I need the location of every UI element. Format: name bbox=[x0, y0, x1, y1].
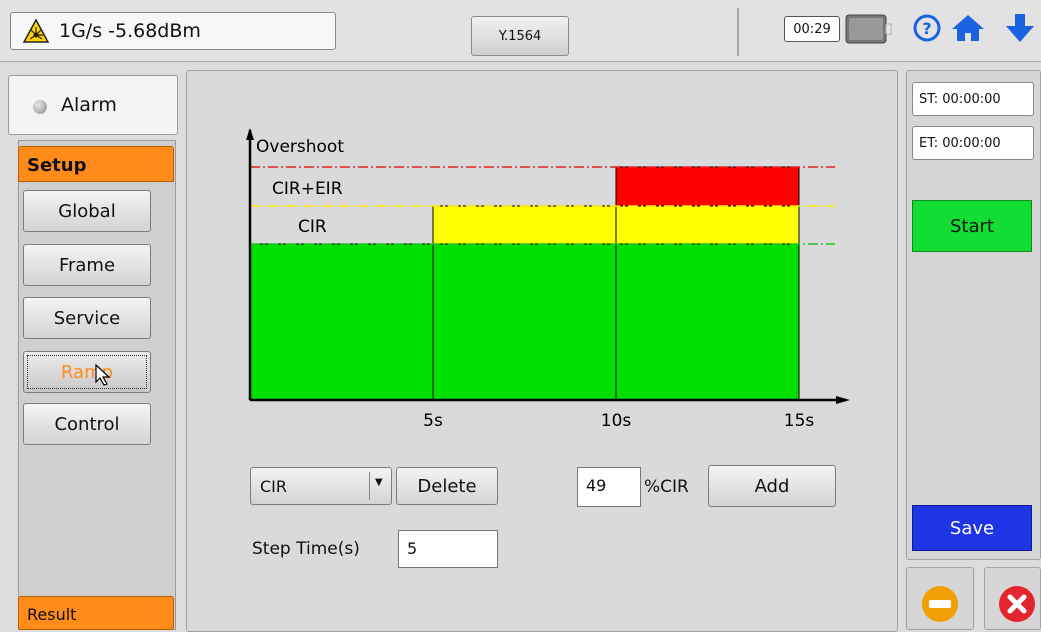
bar-cir-2 bbox=[615, 243, 800, 401]
end-time-display: ET: 00:00:00 bbox=[912, 126, 1034, 160]
home-icon[interactable] bbox=[950, 13, 986, 43]
toolbar-divider bbox=[737, 8, 739, 56]
step-time-input[interactable]: 5 bbox=[398, 530, 498, 568]
x-tick-label: 10s bbox=[601, 411, 632, 431]
sidebar-item-global[interactable]: Global bbox=[23, 190, 151, 232]
signal-level-text: 1G/s -5.68dBm bbox=[59, 20, 201, 42]
battery-icon bbox=[845, 14, 892, 44]
result-section-header[interactable]: Result bbox=[18, 596, 174, 630]
alarm-label: Alarm bbox=[61, 94, 117, 116]
percent-cir-unit: %CIR bbox=[644, 477, 689, 497]
minimize-button[interactable] bbox=[906, 567, 974, 630]
close-icon bbox=[999, 586, 1035, 622]
level-label-cir-eir: CIR+EIR bbox=[272, 179, 343, 199]
start-time-display: ST: 00:00:00 bbox=[912, 82, 1034, 116]
signal-status-box: 1G/s -5.68dBm bbox=[10, 12, 336, 50]
svg-text:?: ? bbox=[922, 19, 931, 38]
bar-cir-1 bbox=[432, 243, 617, 401]
sidebar-item-control[interactable]: Control bbox=[23, 403, 151, 445]
level-label-cir: CIR bbox=[298, 217, 327, 237]
bar-cir-0 bbox=[249, 243, 434, 401]
delete-button[interactable]: Delete bbox=[396, 467, 498, 505]
elapsed-timer: 00:29 bbox=[784, 16, 840, 42]
dropdown-arrow-icon[interactable]: ▼ bbox=[375, 477, 383, 488]
bar-cir-eir-1 bbox=[432, 205, 617, 245]
alarm-led-icon bbox=[33, 100, 47, 114]
step-time-label: Step Time(s) bbox=[252, 539, 360, 559]
add-button[interactable]: Add bbox=[708, 465, 836, 507]
alarm-panel[interactable]: Alarm bbox=[8, 75, 178, 135]
step-type-select[interactable]: CIR ▼ bbox=[250, 467, 392, 505]
select-divider bbox=[369, 472, 370, 500]
x-tick-label: 15s bbox=[784, 411, 815, 431]
start-button[interactable]: Start bbox=[912, 200, 1032, 252]
arrow-down-icon[interactable] bbox=[1004, 12, 1036, 44]
sidebar-item-frame[interactable]: Frame bbox=[23, 244, 151, 286]
help-icon[interactable]: ? bbox=[913, 14, 941, 42]
bar-cir-eir-2 bbox=[615, 205, 800, 245]
sidebar-item-ramp[interactable]: Ramp bbox=[23, 351, 151, 393]
save-button[interactable]: Save bbox=[912, 505, 1032, 551]
setup-section-header[interactable]: Setup bbox=[18, 146, 174, 182]
step-type-value: CIR bbox=[260, 477, 288, 496]
y-axis-arrow bbox=[246, 128, 254, 140]
mouse-cursor-icon bbox=[95, 363, 111, 386]
x-axis-arrow bbox=[836, 396, 850, 404]
percent-cir-input[interactable]: 49 bbox=[577, 467, 641, 507]
laser-warning-icon bbox=[23, 19, 49, 43]
x-tick-labels: 5s 10s 15s bbox=[423, 411, 814, 431]
close-button[interactable] bbox=[984, 567, 1041, 630]
chart-bars bbox=[249, 166, 800, 401]
test-mode-button[interactable]: Y.1564 bbox=[471, 16, 569, 56]
x-tick-label: 5s bbox=[423, 411, 443, 431]
ramp-chart: Overshoot CIR+EIR CIR 5s 10s 15s bbox=[246, 128, 850, 431]
level-label-overshoot: Overshoot bbox=[256, 137, 344, 157]
minimize-icon bbox=[922, 586, 958, 622]
sidebar-item-service[interactable]: Service bbox=[23, 297, 151, 339]
bar-overshoot-2 bbox=[615, 166, 800, 207]
